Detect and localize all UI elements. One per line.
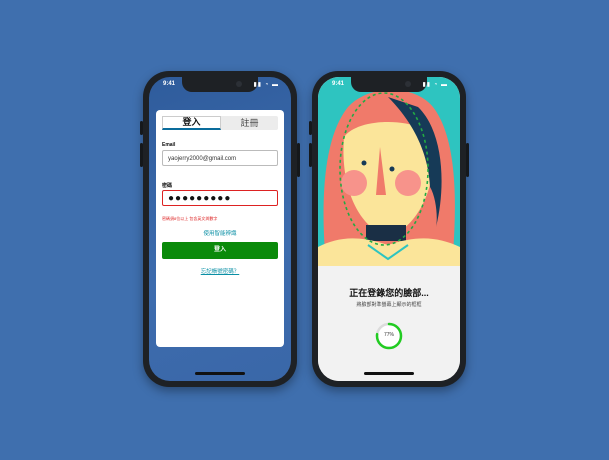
login-screen: 9:41 ▮▮ ◔ ▬ 登入 註冊 Email yaojerry2000@gma… xyxy=(149,77,291,381)
volume-button xyxy=(309,143,312,167)
volume-button xyxy=(309,121,312,135)
progress-percent: 77% xyxy=(383,332,394,338)
signal-wifi-battery-icon: ▮▮ ◔ ▬ xyxy=(422,82,448,88)
phone-face-scan: 9:41 ▮▮ ◔ ▬ 正在登錄您的臉部... 將臉部對準螢幕上顯示的框框 77… xyxy=(309,71,469,387)
scan-status-panel: 正在登錄您的臉部... 將臉部對準螢幕上顯示的框框 77% xyxy=(318,266,460,381)
tab-register[interactable]: 註冊 xyxy=(221,116,278,130)
power-button xyxy=(466,143,469,177)
password-label: 密碼 xyxy=(162,183,173,189)
password-field[interactable]: ●●●●●●●●● xyxy=(162,190,278,206)
home-indicator xyxy=(364,372,414,375)
progress-ring: 77% xyxy=(374,321,404,351)
status-time: 9:41 xyxy=(332,81,345,87)
smart-id-link[interactable]: 使用智能辨識 xyxy=(156,229,284,237)
volume-button xyxy=(140,143,143,167)
phone-login: 9:41 ▮▮ ◔ ▬ 登入 註冊 Email yaojerry2000@gma… xyxy=(140,71,300,387)
scan-title: 正在登錄您的臉部... xyxy=(349,288,429,298)
tab-login[interactable]: 登入 xyxy=(162,116,221,130)
power-button xyxy=(297,143,300,177)
home-indicator xyxy=(195,372,245,375)
face-illustration xyxy=(318,77,460,266)
signal-wifi-battery-icon: ▮▮ ◔ ▬ xyxy=(253,82,279,88)
face-scan-screen: 9:41 ▮▮ ◔ ▬ 正在登錄您的臉部... 將臉部對準螢幕上顯示的框框 77… xyxy=(318,77,460,381)
volume-button xyxy=(140,121,143,135)
email-label: Email xyxy=(162,142,176,148)
forgot-password-link[interactable]: 忘記帳號密碼？ xyxy=(156,267,284,275)
login-card: 登入 註冊 Email yaojerry2000@gmail.com 密碼 ●●… xyxy=(156,110,284,347)
auth-tabs: 登入 註冊 xyxy=(162,116,278,130)
login-button[interactable]: 登入 xyxy=(162,242,278,259)
status-bar: 9:41 ▮▮ ◔ ▬ xyxy=(149,81,291,93)
status-bar: 9:41 ▮▮ ◔ ▬ xyxy=(318,81,460,93)
status-time: 9:41 xyxy=(163,81,176,87)
password-error: 密碼須8位以上 包含英文與數字 xyxy=(162,216,218,221)
email-field[interactable]: yaojerry2000@gmail.com xyxy=(162,150,278,166)
scan-subtitle: 將臉部對準螢幕上顯示的框框 xyxy=(356,302,422,308)
